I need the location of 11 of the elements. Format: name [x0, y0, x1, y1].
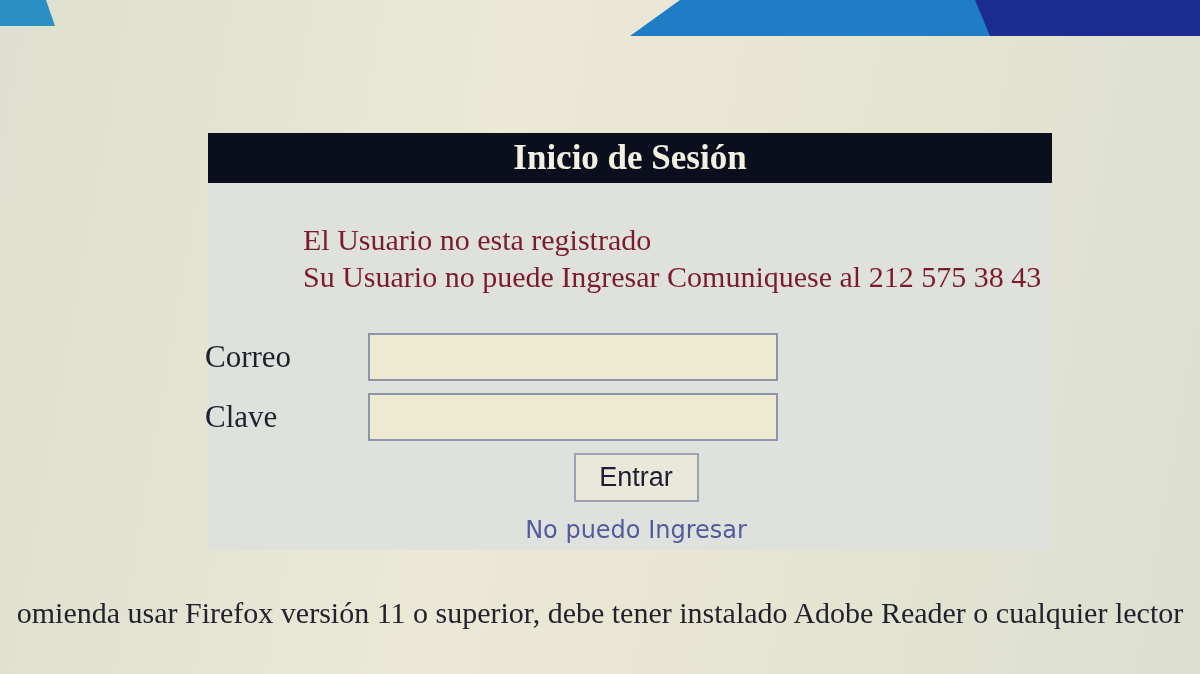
- field-label: Correo: [205, 339, 293, 375]
- footer-note: omienda usar Firefox versión 11 o superior, debe tener instalado Adobe Reader o cualquier lector: [15, 596, 1185, 630]
- input-field[interactable]: [368, 333, 778, 381]
- panel-title: Inicio de Sesión: [513, 138, 747, 178]
- submit-button[interactable]: Entrar: [573, 453, 699, 502]
- error-message: Su Usuario no puede Ingresar Comuniquese al 212 575 38 43: [303, 259, 1043, 295]
- field-label: Clave: [205, 399, 279, 435]
- input-field[interactable]: [368, 393, 778, 441]
- error-message: El Usuario no esta registrado: [303, 222, 653, 258]
- banner-corner-drawing: [0, 0, 55, 26]
- help-link[interactable]: No puedo Ingresar: [525, 516, 747, 544]
